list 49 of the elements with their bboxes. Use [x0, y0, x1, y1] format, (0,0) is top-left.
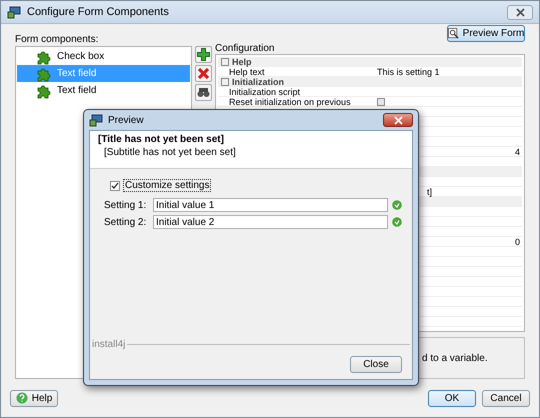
question-icon	[16, 392, 28, 404]
close-button[interactable]: Close	[350, 356, 402, 373]
find-button[interactable]	[195, 84, 212, 101]
preview-form-button[interactable]: Preview Form	[447, 25, 525, 42]
puzzle-icon	[35, 66, 51, 82]
check-icon	[392, 217, 402, 227]
check-icon	[392, 200, 402, 210]
cancel-button[interactable]: Cancel	[482, 390, 530, 406]
checkbox[interactable]	[110, 180, 120, 190]
group-label: Initialization	[232, 76, 284, 86]
ok-button[interactable]: OK	[428, 390, 476, 406]
tree-item[interactable]: Text field	[17, 82, 190, 99]
computer-icon	[7, 6, 21, 18]
tree-item[interactable]: Check box	[17, 48, 190, 65]
field-label: Setting 2:	[104, 216, 148, 228]
property-value: 4	[514, 146, 520, 156]
property-label: Initialization script	[228, 86, 300, 96]
property-value: 0	[514, 236, 520, 246]
binoculars-icon	[197, 87, 210, 98]
delete-button[interactable]	[195, 65, 212, 82]
field-label: Setting 1:	[104, 200, 148, 210]
brand-label: install4j	[92, 339, 126, 350]
form-title: [Title has not yet been set]	[98, 134, 225, 145]
property-value: This is setting 1	[377, 66, 440, 76]
magnifier-icon	[448, 28, 459, 39]
help-button[interactable]: Help	[10, 390, 58, 406]
property-label: Help text	[228, 66, 265, 76]
plus-icon	[197, 48, 210, 61]
puzzle-icon	[35, 48, 51, 64]
close-button[interactable]	[507, 4, 533, 20]
checkbox[interactable]	[377, 98, 385, 106]
section-label: Configuration	[215, 42, 274, 54]
input-field[interactable]: Initial value 2	[153, 215, 388, 229]
puzzle-icon	[35, 82, 51, 98]
section-label: Form components:	[15, 34, 98, 44]
checkbox-label[interactable]: Customize settings	[123, 179, 212, 192]
close-icon	[394, 116, 402, 124]
form-subtitle: [Subtitle has not yet been set]	[103, 147, 237, 158]
dialog-title: Preview	[108, 114, 145, 126]
cross-icon	[197, 67, 210, 80]
window-title: Configure Form Components	[27, 6, 170, 18]
property-label: Reset initialization on previous	[228, 96, 351, 106]
input-field[interactable]: Initial value 1	[153, 198, 388, 212]
group-label: Help	[232, 56, 252, 66]
close-button[interactable]	[383, 113, 413, 127]
add-button[interactable]	[195, 46, 212, 63]
close-icon	[516, 8, 524, 16]
computer-icon	[89, 114, 103, 126]
property-value: t]	[427, 186, 432, 196]
